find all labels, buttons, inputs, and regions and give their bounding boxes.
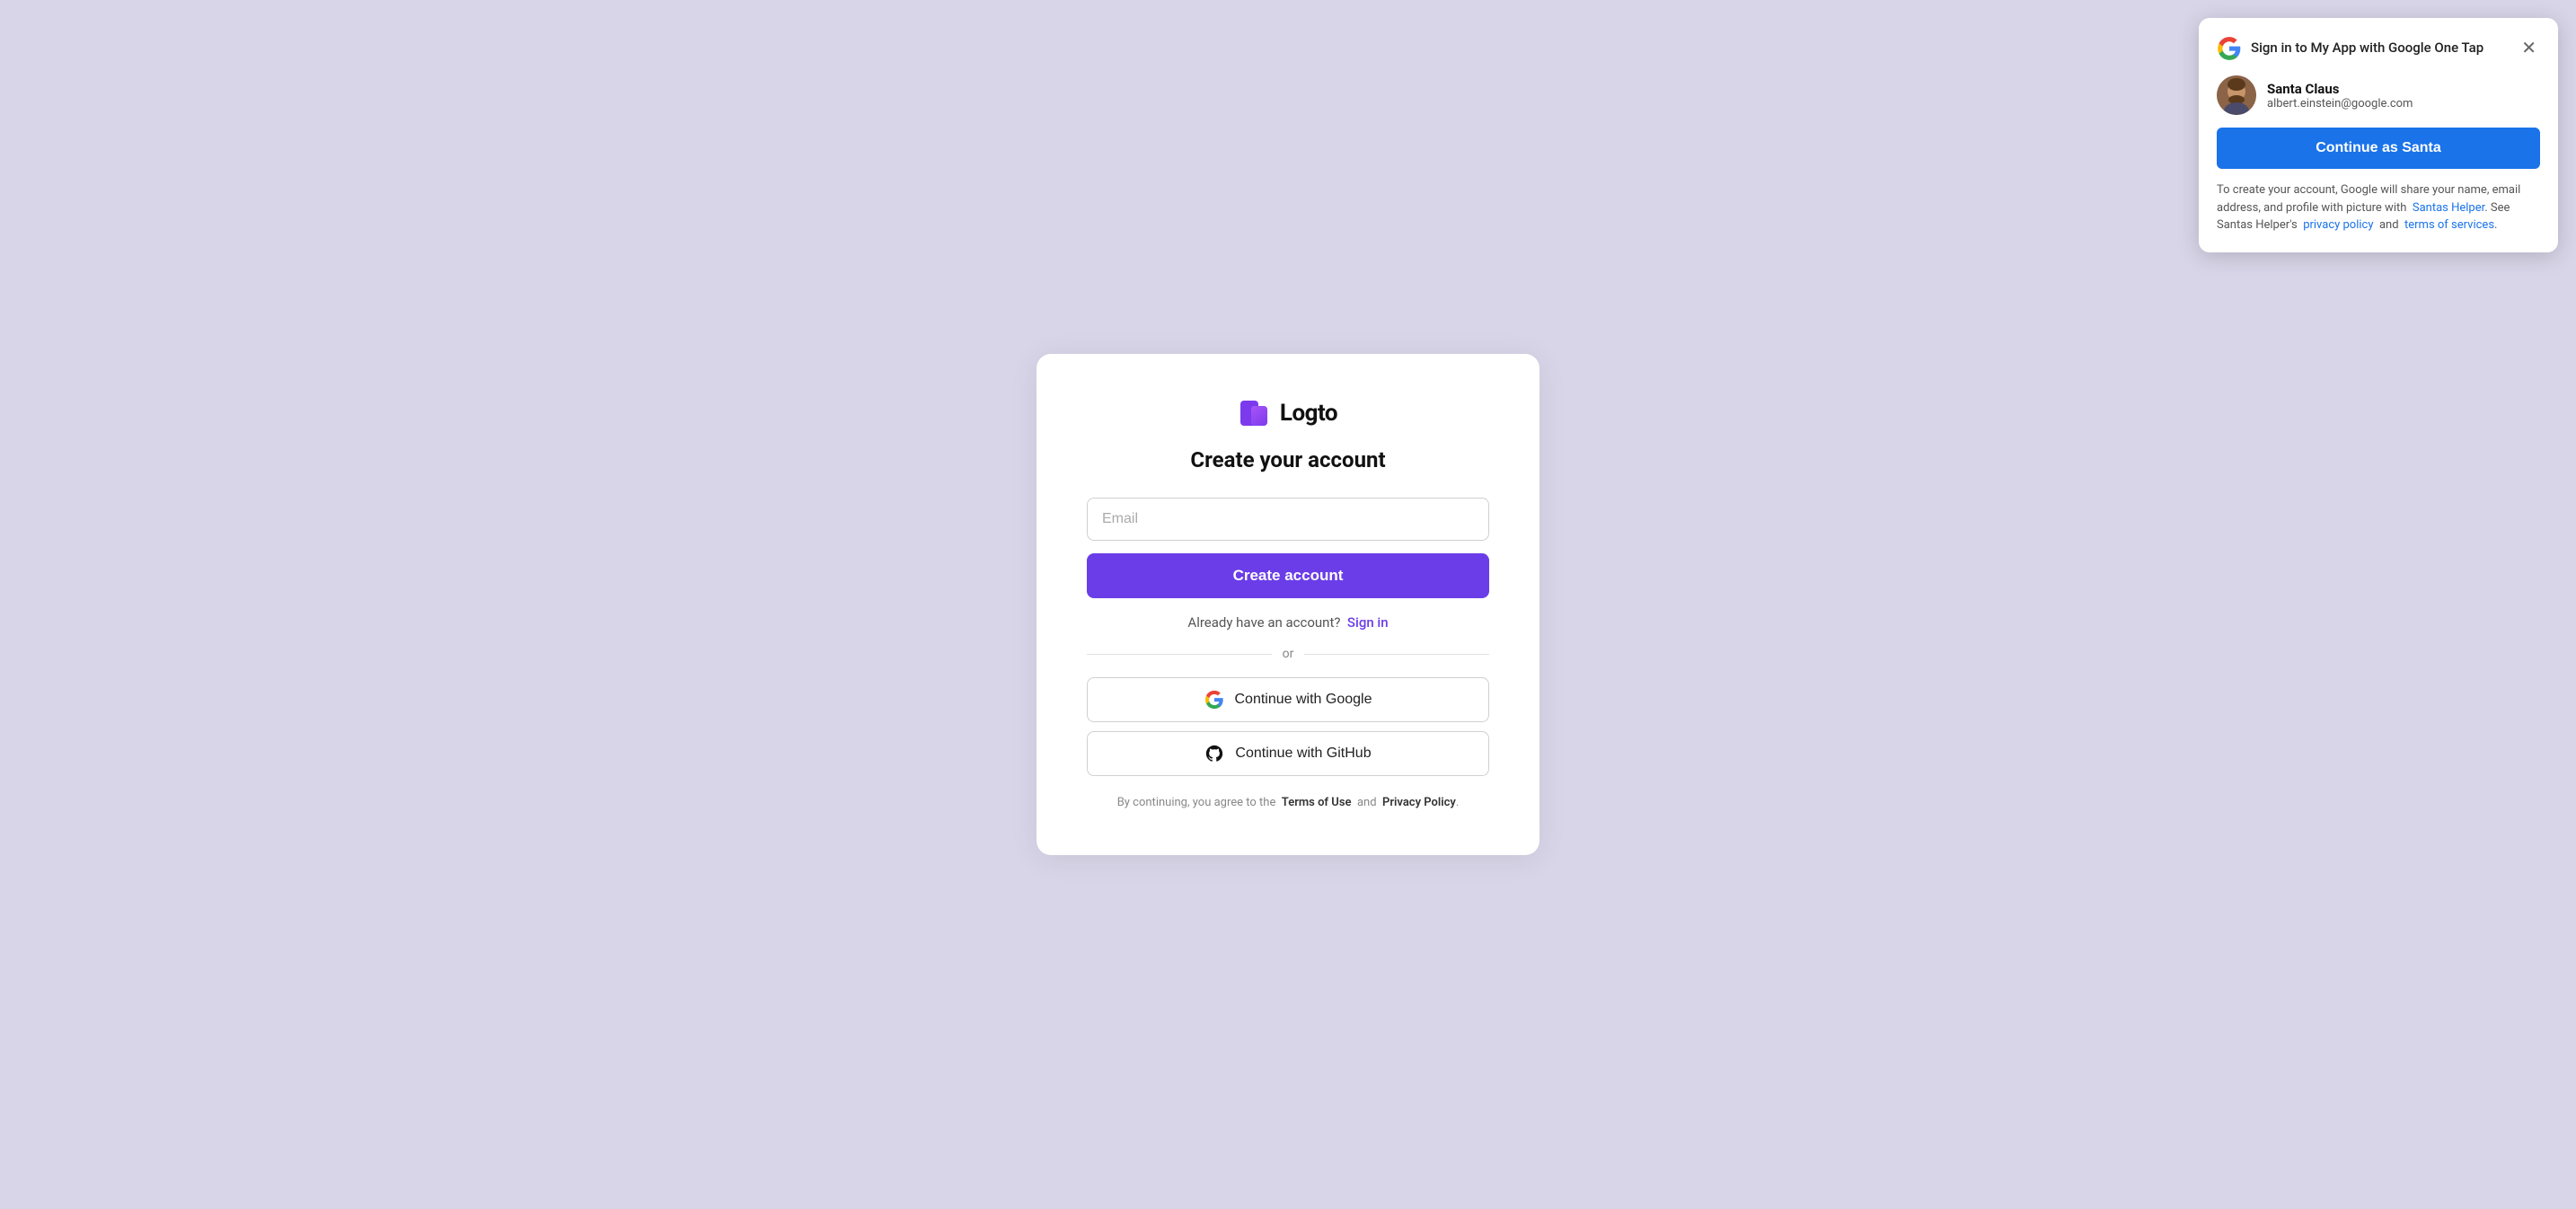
user-name: Santa Claus — [2267, 81, 2413, 97]
user-email: albert.einstein@google.com — [2267, 97, 2413, 110]
signin-text: Already have an account? Sign in — [1187, 614, 1388, 631]
divider-line-right — [1304, 654, 1489, 655]
continue-as-santa-button[interactable]: Continue as Santa — [2217, 128, 2540, 169]
github-icon — [1204, 744, 1224, 763]
signup-card: Logto Create your account Create account… — [1037, 354, 1539, 855]
google-button-label: Continue with Google — [1235, 692, 1372, 708]
terms-of-use-link[interactable]: Terms of Use — [1282, 796, 1352, 809]
github-button-label: Continue with GitHub — [1235, 746, 1371, 762]
one-tap-header: Sign in to My App with Google One Tap ✕ — [2217, 36, 2540, 61]
continue-with-github-button[interactable]: Continue with GitHub — [1087, 731, 1489, 776]
card-title: Create your account — [1190, 447, 1385, 472]
divider: or — [1087, 647, 1489, 661]
email-input[interactable] — [1087, 498, 1489, 541]
divider-line-left — [1087, 654, 1272, 655]
google-icon — [1204, 690, 1224, 710]
one-tap-footer: To create your account, Google will shar… — [2217, 181, 2540, 234]
one-tap-title-area: Sign in to My App with Google One Tap — [2217, 36, 2483, 61]
google-one-tap-popup: Sign in to My App with Google One Tap ✕ — [2199, 18, 2558, 252]
divider-text: or — [1283, 647, 1294, 661]
create-account-button[interactable]: Create account — [1087, 553, 1489, 598]
one-tap-app-link[interactable]: Santas Helper — [2413, 201, 2484, 215]
one-tap-title: Sign in to My App with Google One Tap — [2251, 40, 2483, 57]
terms-text: By continuing, you agree to the Terms of… — [1117, 794, 1460, 812]
google-logo-icon — [2217, 36, 2242, 61]
page-background: Logto Create your account Create account… — [0, 0, 2576, 1209]
signin-link[interactable]: Sign in — [1347, 614, 1389, 631]
one-tap-tos-link[interactable]: terms of services — [2404, 218, 2494, 232]
user-avatar — [2217, 75, 2256, 115]
logo-area: Logto — [1239, 397, 1337, 429]
user-info: Santa Claus albert.einstein@google.com — [2267, 81, 2413, 110]
privacy-policy-link[interactable]: Privacy Policy — [1382, 796, 1456, 809]
logto-logo-icon — [1239, 397, 1271, 429]
continue-with-google-button[interactable]: Continue with Google — [1087, 677, 1489, 722]
one-tap-close-button[interactable]: ✕ — [2518, 36, 2540, 61]
logo-text: Logto — [1280, 400, 1337, 427]
one-tap-privacy-link[interactable]: privacy policy — [2303, 218, 2373, 232]
one-tap-user-info: Santa Claus albert.einstein@google.com — [2217, 75, 2540, 115]
